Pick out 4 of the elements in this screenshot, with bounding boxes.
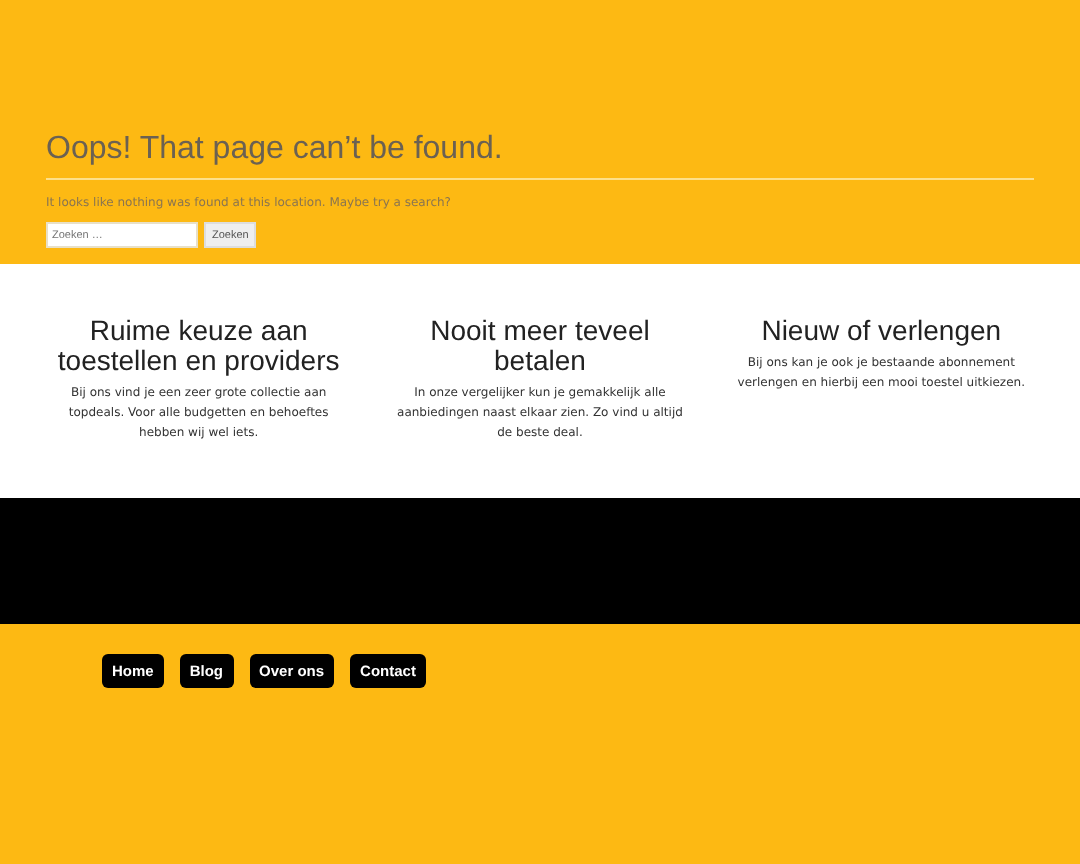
feature-title: Nooit meer teveel betalen bbox=[428, 316, 652, 376]
feature-title: Ruime keuze aan toestellen en providers bbox=[55, 316, 342, 376]
feature-title: Nieuw of verlengen bbox=[759, 316, 1004, 346]
page-title: Oops! That page can’t be found. bbox=[46, 130, 505, 168]
